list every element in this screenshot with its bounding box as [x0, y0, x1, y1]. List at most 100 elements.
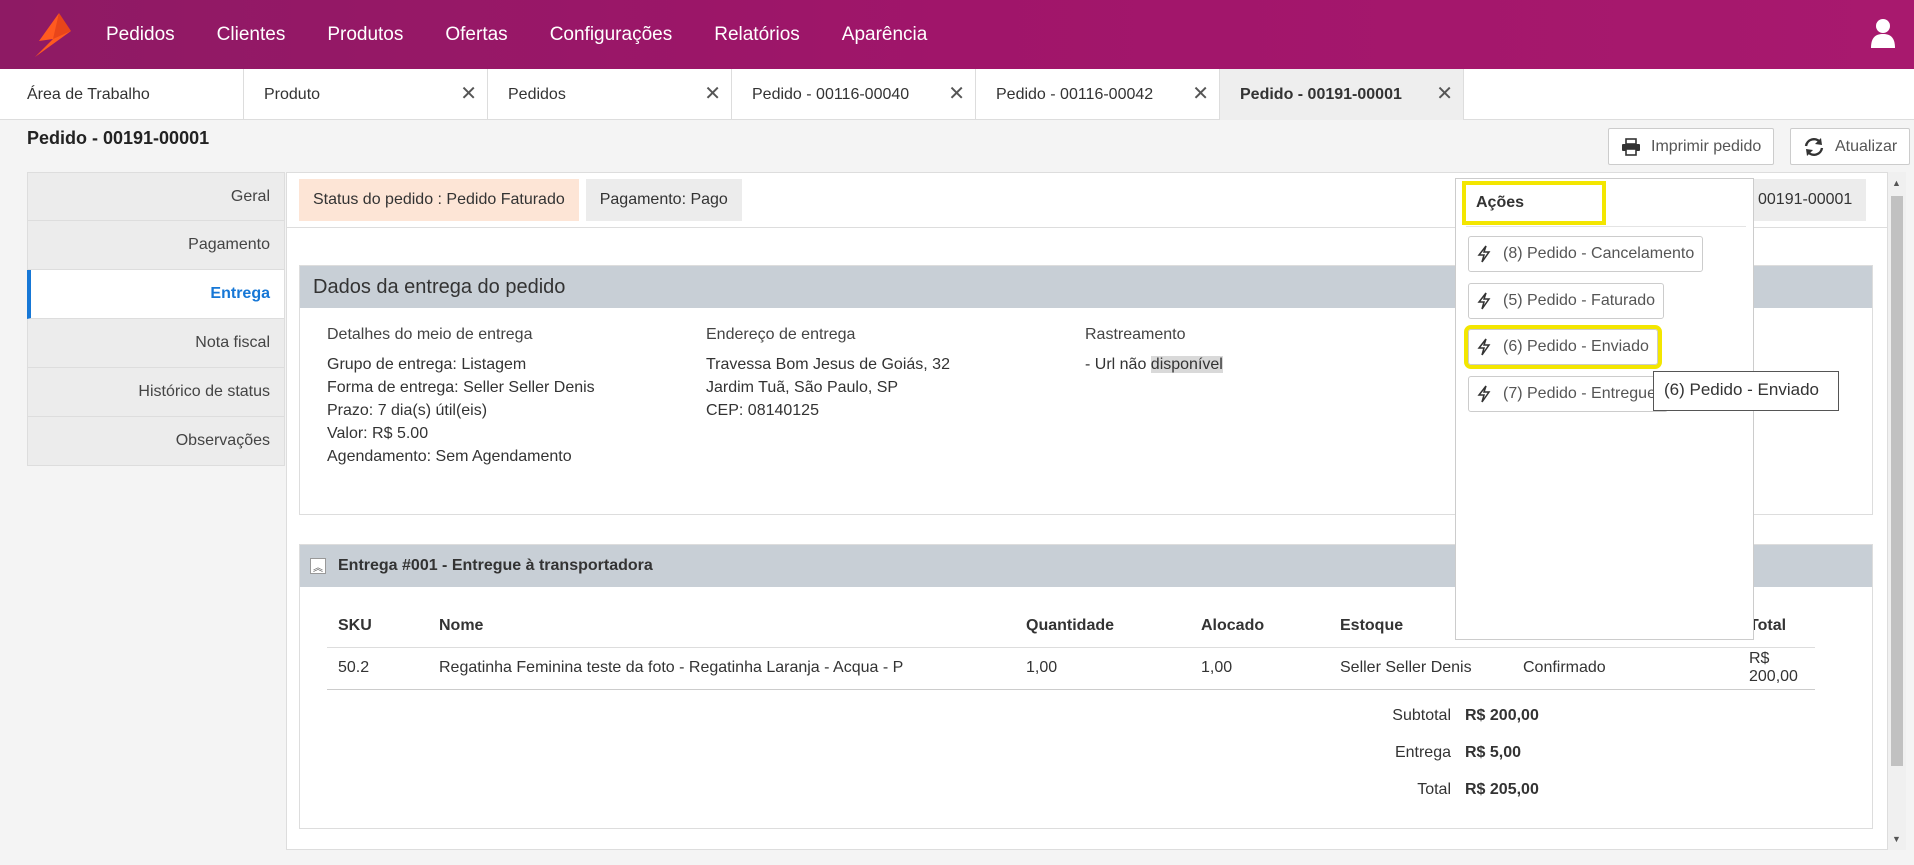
- order-side-menu: Geral Pagamento Entrega Nota fiscal Hist…: [27, 172, 285, 466]
- column-header-nome: Nome: [428, 605, 1015, 648]
- column-header-alocado: Alocado: [1190, 605, 1329, 648]
- cell-nome: Regatinha Feminina teste da foto - Regat…: [428, 647, 1015, 690]
- scroll-up-icon[interactable]: ▲: [1892, 178, 1901, 188]
- delivery-deadline: Prazo: 7 dia(s) útil(eis): [327, 402, 488, 419]
- nav-relatorios[interactable]: Relatórios: [714, 24, 800, 46]
- user-icon[interactable]: [1870, 18, 1896, 48]
- column-header-quantidade: Quantidade: [1015, 605, 1190, 648]
- side-item-nota-fiscal[interactable]: Nota fiscal: [27, 319, 285, 368]
- nav-pedidos[interactable]: Pedidos: [106, 24, 175, 46]
- tab-label: Produto: [264, 85, 321, 103]
- address-street: Travessa Bom Jesus de Goiás, 32: [706, 356, 950, 373]
- delivery-method-header: Detalhes do meio de entrega: [327, 326, 533, 343]
- tab-pedidos[interactable]: Pedidos ✕: [488, 69, 732, 120]
- subtotal-row: Subtotal R$ 200,00: [1310, 697, 1539, 734]
- table-row: 50.2 Regatinha Feminina teste da foto - …: [327, 647, 1815, 690]
- nav-ofertas[interactable]: Ofertas: [445, 24, 507, 46]
- tab-bar: Área de Trabalho Produto ✕ Pedidos ✕ Pedid…: [0, 69, 1914, 120]
- nav-clientes[interactable]: Clientes: [217, 24, 286, 46]
- tab-label: Pedido - 00116-00040: [752, 85, 910, 103]
- action-label: (5) Pedido - Faturado: [1503, 292, 1656, 309]
- cell-sku: 50.2: [327, 647, 428, 690]
- page-title: Pedido - 00191-00001: [27, 128, 210, 148]
- action-pedido-enviado[interactable]: (6) Pedido - Enviado: [1464, 325, 1662, 369]
- tab-label: Pedidos: [508, 85, 566, 103]
- refresh-label: Atualizar: [1835, 137, 1898, 155]
- tab-pedido-00116-00040[interactable]: Pedido - 00116-00040 ✕: [732, 69, 976, 120]
- shipping-value: R$ 5,00: [1465, 743, 1522, 761]
- total-row: Total R$ 205,00: [1310, 771, 1539, 808]
- nav-configuracoes[interactable]: Configurações: [550, 24, 673, 46]
- delivery-value: Valor: R$ 5.00: [327, 425, 429, 442]
- shipment-title: Entrega #001 - Entregue à transportadora: [338, 557, 653, 574]
- delivery-address-header: Endereço de entrega: [706, 326, 856, 343]
- shipping-row: Entrega R$ 5,00: [1310, 734, 1539, 771]
- total-label: Total: [1417, 780, 1451, 798]
- nav-produtos[interactable]: Produtos: [327, 24, 403, 46]
- action-pedido-faturado[interactable]: (5) Pedido - Faturado: [1468, 283, 1665, 319]
- total-value: R$ 205,00: [1465, 780, 1539, 798]
- scroll-down-icon[interactable]: ▼: [1892, 834, 1901, 844]
- tab-pedido-00116-00042[interactable]: Pedido - 00116-00042 ✕: [976, 69, 1220, 120]
- side-item-geral[interactable]: Geral: [27, 172, 285, 221]
- close-icon[interactable]: ✕: [704, 81, 721, 106]
- refresh-icon: [1804, 137, 1824, 156]
- side-item-entrega[interactable]: Entrega: [27, 270, 285, 319]
- brand-logo[interactable]: [22, 0, 84, 69]
- vertical-scrollbar[interactable]: ▲ ▼: [1888, 172, 1906, 850]
- side-item-historico-de-status[interactable]: Histórico de status: [27, 368, 285, 417]
- delivery-form: Forma de entrega: Seller Seller Denis: [327, 379, 595, 396]
- order-status-badge: Status do pedido : Pedido Faturado: [299, 179, 579, 221]
- action-label: (7) Pedido - Entregue: [1503, 385, 1656, 402]
- column-header-sku: SKU: [327, 605, 428, 648]
- side-item-observacoes[interactable]: Observações: [27, 417, 285, 466]
- action-pedido-entregue[interactable]: (7) Pedido - Entregue: [1468, 376, 1668, 412]
- divider: [1466, 226, 1746, 227]
- tracking-url-highlight: disponível: [1150, 356, 1223, 373]
- status-bar: Status do pedido : Pedido Faturado Pagam…: [299, 179, 749, 221]
- tab-label: Pedido - 00191-00001: [1240, 85, 1402, 103]
- delivery-address: Endereço de entrega Travessa Bom Jesus d…: [706, 323, 950, 422]
- tab-area-de-trabalho[interactable]: Área de Trabalho: [0, 69, 244, 120]
- close-icon[interactable]: ✕: [1192, 81, 1209, 106]
- nav-aparencia[interactable]: Aparência: [842, 24, 928, 46]
- bolt-icon: [1477, 385, 1491, 403]
- cell-total: R$ 200,00: [1738, 647, 1815, 690]
- action-label: (6) Pedido - Enviado: [1503, 338, 1649, 355]
- tab-label: Área de Trabalho: [27, 85, 150, 103]
- delivery-method-details: Detalhes do meio de entrega Grupo de ent…: [327, 323, 595, 468]
- tracking-url-prefix: - Url não: [1085, 356, 1151, 373]
- bolt-icon: [1477, 338, 1491, 356]
- close-icon[interactable]: ✕: [460, 81, 477, 106]
- action-label: (8) Pedido - Cancelamento: [1503, 245, 1695, 262]
- close-icon[interactable]: ✕: [948, 81, 965, 106]
- printer-icon: [1622, 137, 1640, 156]
- delivery-scheduling: Agendamento: Sem Agendamento: [327, 448, 572, 465]
- top-navbar: Pedidos Clientes Produtos Ofertas Config…: [0, 0, 1914, 69]
- cell-status: Confirmado: [1512, 647, 1738, 690]
- tooltip: (6) Pedido - Enviado: [1653, 371, 1839, 411]
- close-icon[interactable]: ✕: [1436, 81, 1453, 106]
- tracking-url: - Url não disponível: [1085, 353, 1223, 376]
- subtotal-value: R$ 200,00: [1465, 706, 1539, 724]
- cell-quantidade: 1,00: [1015, 647, 1190, 690]
- tab-produto[interactable]: Produto ✕: [244, 69, 488, 120]
- refresh-button[interactable]: Atualizar: [1790, 128, 1911, 165]
- shipping-label: Entrega: [1394, 743, 1451, 761]
- bolt-icon: [1477, 245, 1491, 263]
- tracking-info: Rastreamento - Url não disponível: [1085, 323, 1223, 376]
- tab-pedido-00191-00001[interactable]: Pedido - 00191-00001 ✕: [1220, 69, 1464, 120]
- scrollbar-thumb[interactable]: [1891, 196, 1903, 766]
- address-zip: CEP: 08140125: [706, 402, 819, 419]
- collapse-icon[interactable]: ︽: [310, 558, 326, 574]
- tab-label: Pedido - 00116-00042: [996, 85, 1154, 103]
- subtotal-label: Subtotal: [1392, 706, 1451, 724]
- order-totals: Subtotal R$ 200,00 Entrega R$ 5,00 Total R$…: [1310, 697, 1539, 808]
- tracking-header: Rastreamento: [1085, 326, 1186, 343]
- print-order-button[interactable]: Imprimir pedido: [1608, 128, 1775, 165]
- print-order-label: Imprimir pedido: [1651, 137, 1762, 155]
- order-code-badge: 00191-00001: [1744, 179, 1867, 221]
- address-neighborhood: Jardim Tuã, São Paulo, SP: [706, 379, 899, 396]
- action-pedido-cancelamento[interactable]: (8) Pedido - Cancelamento: [1468, 236, 1704, 272]
- side-item-pagamento[interactable]: Pagamento: [27, 221, 285, 270]
